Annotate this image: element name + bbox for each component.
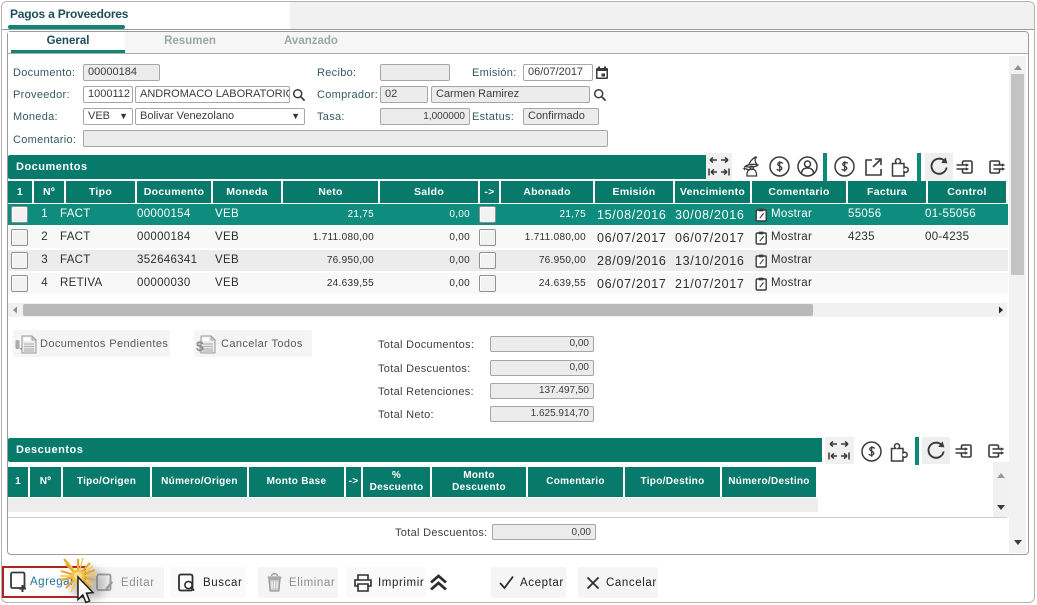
svg-text:$: $ — [196, 338, 204, 354]
